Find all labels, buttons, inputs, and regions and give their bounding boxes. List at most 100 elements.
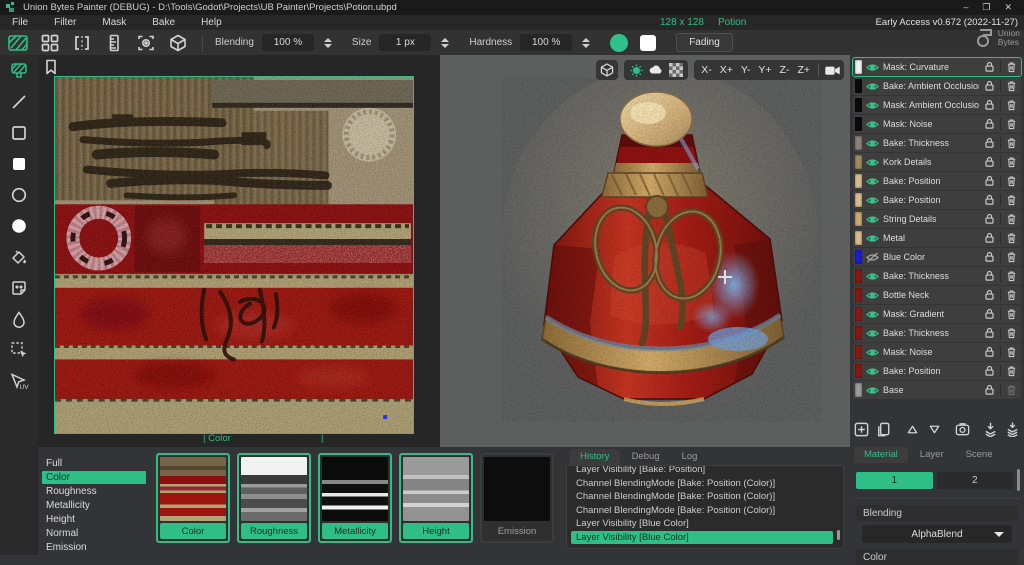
visibility-eye-icon[interactable] xyxy=(866,384,879,397)
merge-all-icon[interactable] xyxy=(1004,420,1021,438)
merge-down-icon[interactable] xyxy=(981,420,998,438)
visibility-eye-icon[interactable] xyxy=(866,308,879,321)
rectangle-tool-button[interactable] xyxy=(6,121,32,145)
axis-button[interactable]: Z- xyxy=(776,62,794,78)
lock-icon[interactable] xyxy=(983,213,996,226)
layer-row[interactable]: Bottle Neck xyxy=(853,286,1021,304)
menu-item[interactable]: Bake xyxy=(152,17,175,28)
maximize-button[interactable]: ❐ xyxy=(982,2,990,13)
visibility-eye-icon[interactable] xyxy=(866,80,879,93)
paint-tool-button[interactable] xyxy=(6,59,32,83)
lock-icon[interactable] xyxy=(983,118,996,131)
bookmark-icon[interactable] xyxy=(43,58,59,76)
minimize-button[interactable]: – xyxy=(963,2,968,13)
history-item[interactable]: Layer Visibility [Blue Color] xyxy=(571,531,833,545)
layer-row[interactable]: Bake: Thickness xyxy=(853,134,1021,152)
layer-row[interactable]: Base xyxy=(853,381,1021,399)
lock-icon[interactable] xyxy=(983,251,996,264)
layer-row[interactable]: Bake: Ambient Occlusion xyxy=(853,77,1021,95)
lock-icon[interactable] xyxy=(983,61,996,74)
trash-icon[interactable] xyxy=(1005,232,1018,245)
axis-button[interactable]: Y+ xyxy=(754,62,775,78)
add-layer-icon[interactable] xyxy=(853,420,870,438)
channel-card[interactable]: Color xyxy=(156,453,230,543)
channel-item[interactable]: Color xyxy=(42,471,146,484)
trash-icon[interactable] xyxy=(1005,365,1018,378)
hardness-stepper[interactable] xyxy=(580,38,592,48)
trash-icon[interactable] xyxy=(1005,327,1018,340)
axis-button[interactable]: Y- xyxy=(737,62,755,78)
visibility-eye-icon[interactable] xyxy=(866,289,879,302)
layer-row[interactable]: Mask: Ambient Occlusion xyxy=(853,96,1021,114)
visibility-eye-icon[interactable] xyxy=(866,270,879,283)
visibility-eye-icon[interactable] xyxy=(866,346,879,359)
layer-row[interactable]: Bake: Thickness xyxy=(853,324,1021,342)
trash-icon[interactable] xyxy=(1005,384,1018,397)
trash-icon[interactable] xyxy=(1005,194,1018,207)
mirror-icon[interactable] xyxy=(70,32,94,54)
channel-card[interactable]: Metallicity xyxy=(318,453,392,543)
channel-card[interactable]: Roughness xyxy=(237,453,311,543)
ellipse-filled-tool-button[interactable] xyxy=(6,214,32,238)
channel-item[interactable]: Roughness xyxy=(42,485,146,498)
lock-icon[interactable] xyxy=(983,384,996,397)
visibility-eye-icon[interactable] xyxy=(866,118,879,131)
viewport-3d[interactable]: X-X+Y-Y+Z-Z+ xyxy=(440,55,850,447)
duplicate-layer-icon[interactable] xyxy=(875,420,892,438)
texture-canvas[interactable] xyxy=(54,76,414,434)
menu-item[interactable]: Filter xyxy=(54,17,76,28)
move-layer-up-icon[interactable] xyxy=(904,420,921,438)
checker-icon[interactable] xyxy=(667,61,685,79)
visibility-eye-icon[interactable] xyxy=(866,61,879,74)
material-slot-2[interactable]: 2 xyxy=(937,472,1014,489)
layer-row[interactable]: Bake: Position xyxy=(853,172,1021,190)
focus-eye-icon[interactable] xyxy=(134,32,158,54)
tab-history[interactable]: History xyxy=(570,449,620,465)
history-item[interactable]: Layer Visibility [Blue Color] xyxy=(571,517,833,531)
history-item[interactable]: Channel BlendingMode [Bake: Position (Co… xyxy=(571,504,833,518)
trash-icon[interactable] xyxy=(1005,346,1018,359)
menu-item[interactable]: Mask xyxy=(102,17,126,28)
trash-icon[interactable] xyxy=(1005,175,1018,188)
layer-row[interactable]: Kork Details xyxy=(853,153,1021,171)
bake-camera-icon[interactable] xyxy=(954,420,971,438)
menu-item[interactable]: File xyxy=(12,17,28,28)
visibility-eye-icon[interactable] xyxy=(866,213,879,226)
blending-stepper[interactable] xyxy=(322,38,334,48)
lock-icon[interactable] xyxy=(983,289,996,302)
layer-row[interactable]: Mask: Gradient xyxy=(853,305,1021,323)
material-scrollbar[interactable] xyxy=(1017,469,1020,491)
line-tool-button[interactable] xyxy=(6,90,32,114)
visibility-eye-icon[interactable] xyxy=(866,327,879,340)
camera-icon[interactable] xyxy=(823,61,841,79)
blur-drop-tool-button[interactable] xyxy=(6,307,32,331)
visibility-eye-icon[interactable] xyxy=(866,156,879,169)
select-marquee-tool-button[interactable] xyxy=(6,338,32,362)
layer-row[interactable]: Bake: Position xyxy=(853,191,1021,209)
trash-icon[interactable] xyxy=(1005,156,1018,169)
ellipse-tool-button[interactable] xyxy=(6,183,32,207)
viewport-cube-button[interactable] xyxy=(596,60,618,80)
visibility-eye-icon[interactable] xyxy=(866,365,879,378)
cloud-icon[interactable] xyxy=(647,61,665,79)
history-scrollbar[interactable] xyxy=(837,530,840,540)
lock-icon[interactable] xyxy=(983,346,996,359)
material-slot-1[interactable]: 1 xyxy=(856,472,933,489)
tab-debug[interactable]: Debug xyxy=(622,449,670,465)
history-item[interactable]: Channel BlendingMode [Bake: Position (Co… xyxy=(571,490,833,504)
lock-icon[interactable] xyxy=(983,365,996,378)
lock-icon[interactable] xyxy=(983,175,996,188)
layer-row[interactable]: Blue Color xyxy=(853,248,1021,266)
axis-button[interactable]: X+ xyxy=(716,62,737,78)
lock-icon[interactable] xyxy=(983,194,996,207)
close-button[interactable]: ✕ xyxy=(1004,2,1012,13)
size-stepper[interactable] xyxy=(439,38,451,48)
trash-icon[interactable] xyxy=(1005,80,1018,93)
trash-icon[interactable] xyxy=(1005,137,1018,150)
fading-button[interactable]: Fading xyxy=(676,33,733,52)
lock-icon[interactable] xyxy=(983,270,996,283)
sun-icon[interactable] xyxy=(627,61,645,79)
channel-item[interactable]: Metallicity xyxy=(42,499,146,512)
trash-icon[interactable] xyxy=(1005,99,1018,112)
lock-icon[interactable] xyxy=(983,156,996,169)
